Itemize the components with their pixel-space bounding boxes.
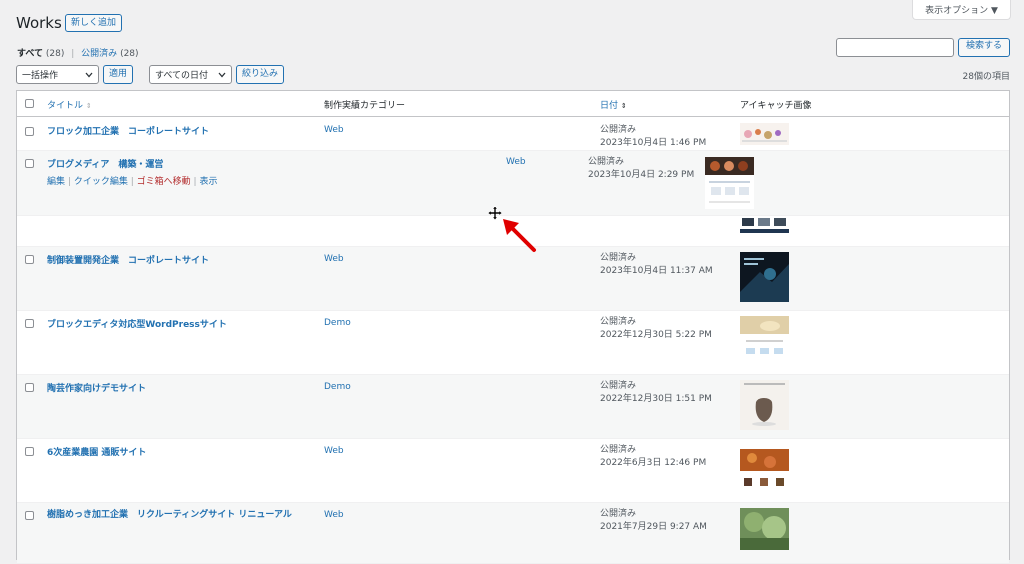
chevron-down-icon	[218, 72, 226, 77]
featured-image[interactable]	[705, 157, 754, 209]
featured-image[interactable]	[740, 316, 789, 366]
row-date: 2022年12月30日 1:51 PM	[600, 394, 712, 404]
quick-edit-link[interactable]: クイック編集	[74, 177, 128, 187]
edit-link[interactable]: 編集	[47, 177, 65, 187]
select-all-checkbox[interactable]	[25, 99, 34, 108]
column-image: アイキャッチ画像	[740, 101, 812, 111]
featured-image[interactable]	[740, 123, 789, 145]
row-category-link[interactable]: Web	[324, 125, 344, 135]
column-category: 制作実績カテゴリー	[324, 101, 406, 111]
table-row: 6次産業農園 通販サイト Web 公開済み 2022年6月3日 12:46 PM	[17, 439, 1009, 503]
column-date[interactable]: 日付 ⇕	[600, 98, 627, 111]
table-header: タイトル ⇕ 制作実績カテゴリー 日付 ⇕ アイキャッチ画像	[17, 91, 1009, 117]
row-title-link[interactable]: 樹脂めっき加工企業 リクルーティングサイト リニューアル	[47, 509, 312, 522]
row-status: 公開済み	[600, 509, 637, 519]
row-actions: 編集 | クイック編集 | ゴミ箱へ移動 | 表示	[47, 174, 217, 187]
view-published[interactable]: 公開済み	[81, 49, 117, 59]
view-filters: すべて (28) | 公開済み (28)	[17, 46, 139, 59]
search-button[interactable]: 検索する	[958, 38, 1010, 57]
row-category-link[interactable]: Web	[324, 510, 344, 520]
action-separator: |	[67, 177, 71, 187]
view-published-count: (28)	[120, 49, 139, 59]
view-all[interactable]: すべて	[17, 49, 43, 59]
column-title-label: タイトル	[47, 101, 84, 111]
row-date: 2023年10月4日 2:29 PM	[588, 170, 695, 180]
row-title-link[interactable]: ブログメディア 構築・運営	[47, 157, 163, 170]
row-category-link[interactable]: Demo	[324, 318, 351, 328]
table-row: 陶芸作家向けデモサイト Demo 公開済み 2022年12月30日 1:51 P…	[17, 375, 1009, 439]
row-title-link[interactable]: ブロックエディタ対応型WordPressサイト	[47, 317, 227, 330]
row-category-link[interactable]: Demo	[324, 382, 351, 392]
row-category-link[interactable]: Web	[324, 254, 344, 264]
item-count: 28個の項目	[962, 72, 1010, 82]
row-checkbox[interactable]	[25, 159, 34, 168]
bulk-actions-select[interactable]: 一括操作	[16, 65, 99, 84]
table-row: フロック加工企業 コーポレートサイト Web 公開済み 2023年10月4日 1…	[17, 117, 1009, 151]
row-status: 公開済み	[600, 381, 637, 391]
posts-table: タイトル ⇕ 制作実績カテゴリー 日付 ⇕ アイキャッチ画像 フロック加工企業 …	[16, 90, 1010, 564]
trash-link[interactable]: ゴミ箱へ移動	[137, 177, 191, 187]
action-separator: |	[130, 177, 134, 187]
screen-options-label: 表示オプション ▼	[925, 6, 998, 16]
search-input[interactable]	[836, 38, 954, 57]
featured-image[interactable]	[740, 508, 789, 550]
view-all-count: (28)	[45, 49, 65, 59]
column-title[interactable]: タイトル ⇕	[47, 98, 92, 111]
page-title: Works	[16, 14, 62, 32]
table-row: ブログメディア 構築・運営 編集 | クイック編集 | ゴミ箱へ移動 | 表示 …	[17, 151, 1009, 216]
row-status: 公開済み	[600, 317, 637, 327]
table-row: ブロックエディタ対応型WordPressサイト Demo 公開済み 2022年1…	[17, 311, 1009, 375]
view-separator: |	[71, 49, 75, 59]
row-date: 2023年10月4日 11:37 AM	[600, 266, 713, 276]
row-date: 2021年7月29日 9:27 AM	[600, 522, 707, 532]
row-status: 公開済み	[600, 125, 637, 135]
view-link[interactable]: 表示	[199, 177, 217, 187]
table-row: 樹脂めっき加工企業 リクルーティングサイト リニューアル Web 公開済み 20…	[17, 503, 1009, 564]
bulk-actions-label: 一括操作	[22, 71, 59, 81]
row-title-link[interactable]: 6次産業農園 通販サイト	[47, 445, 146, 458]
row-date: 2022年6月3日 12:46 PM	[600, 458, 707, 468]
featured-image[interactable]	[740, 252, 789, 302]
date-filter-label: すべての日付	[155, 71, 209, 81]
featured-image[interactable]	[740, 380, 789, 430]
row-category-link[interactable]: Web	[506, 157, 526, 167]
featured-image[interactable]	[740, 444, 789, 494]
apply-button[interactable]: 適用	[103, 65, 134, 84]
row-checkbox[interactable]	[25, 511, 34, 520]
row-title-link[interactable]: 陶芸作家向けデモサイト	[47, 381, 146, 394]
screen-options-button[interactable]: 表示オプション ▼	[912, 0, 1011, 20]
date-filter-select[interactable]: すべての日付	[149, 65, 232, 84]
featured-image[interactable]	[740, 216, 789, 236]
sort-icon: ⇕	[620, 102, 627, 110]
row-title-link[interactable]: フロック加工企業 コーポレートサイト	[47, 124, 209, 137]
row-status: 公開済み	[588, 157, 625, 167]
row-checkbox[interactable]	[25, 447, 34, 456]
chevron-down-icon	[85, 72, 93, 77]
filter-button[interactable]: 絞り込み	[236, 65, 285, 84]
table-row: 制御装置開発企業 コーポレートサイト Web 公開済み 2023年10月4日 1…	[17, 247, 1009, 311]
row-checkbox[interactable]	[25, 127, 34, 136]
sort-icon: ⇕	[85, 102, 92, 110]
action-separator: |	[193, 177, 197, 187]
row-date: 2022年12月30日 5:22 PM	[600, 330, 712, 340]
row-category-link[interactable]: Web	[324, 446, 344, 456]
row-checkbox[interactable]	[25, 319, 34, 328]
row-checkbox[interactable]	[25, 383, 34, 392]
row-checkbox[interactable]	[25, 255, 34, 264]
add-new-button[interactable]: 新しく追加	[65, 14, 123, 32]
column-date-label: 日付	[600, 101, 619, 111]
row-status: 公開済み	[600, 253, 637, 263]
row-title-link[interactable]: 制御装置開発企業 コーポレートサイト	[47, 253, 209, 266]
row-status: 公開済み	[600, 445, 637, 455]
red-arrow-icon	[503, 219, 536, 252]
row-date: 2023年10月4日 1:46 PM	[600, 138, 707, 148]
